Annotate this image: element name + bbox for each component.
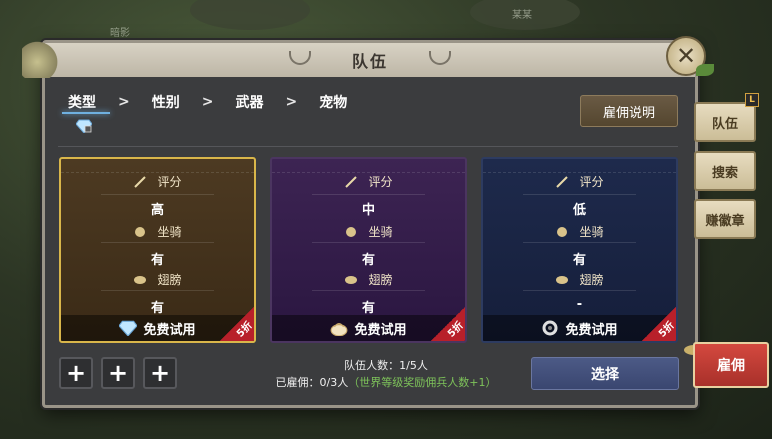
row-label: 坐骑	[157, 225, 182, 239]
hire-info-button[interactable]: 雇佣说明	[580, 95, 678, 127]
breadcrumb-separator: >	[118, 94, 130, 110]
mount-icon	[135, 226, 146, 237]
tab-search[interactable]: 搜索	[694, 151, 756, 191]
card-row-wings: 翅膀	[483, 271, 676, 288]
card-row-mount: 坐骑	[483, 223, 676, 240]
row-label: 翅膀	[157, 273, 182, 287]
row-value: 有	[572, 253, 586, 268]
row-divider	[101, 194, 214, 195]
row-label: 评分	[368, 175, 393, 189]
mercenary-card-purple[interactable]: 评分 中 坐骑 有 翅膀 有 免费试用 5折	[270, 157, 467, 343]
card-row-mount: 坐骑	[272, 223, 465, 240]
free-trial-label: 免费试用	[143, 322, 196, 338]
discount-badge: 5折	[642, 307, 676, 341]
mount-icon	[557, 226, 568, 237]
row-divider	[101, 242, 214, 243]
row-label: 评分	[579, 175, 604, 189]
sword-icon	[556, 175, 569, 188]
mercenary-card-blue[interactable]: 评分 低 坐骑 有 翅膀 - 免费试用 5折	[481, 157, 678, 343]
row-value: 有	[361, 253, 375, 268]
discount-text: 5折	[235, 320, 255, 340]
free-trial-label: 免费试用	[354, 322, 407, 338]
hire-tab-button[interactable]: 雇佣	[693, 342, 769, 388]
sword-icon	[345, 175, 358, 188]
background-rock	[190, 0, 310, 30]
close-leaf-icon	[696, 64, 714, 76]
card-ornament	[272, 159, 465, 173]
row-value: 有	[150, 253, 164, 268]
row-label: 坐骑	[579, 225, 604, 239]
breadcrumb-gender[interactable]: 性别	[152, 92, 180, 112]
breadcrumb: 类型 > 性别 > 武器 > 宠物	[68, 92, 347, 112]
row-divider	[523, 290, 636, 291]
row-label: 评分	[157, 175, 182, 189]
row-label: 坐骑	[368, 225, 393, 239]
card-row-mount: 坐骑	[61, 223, 254, 240]
diamond-icon	[119, 320, 138, 336]
mount-icon	[346, 226, 357, 237]
discount-text: 5折	[446, 320, 466, 340]
row-value: 低	[572, 203, 586, 218]
card-row-rating: 评分	[61, 173, 254, 190]
row-divider	[523, 194, 636, 195]
mercenary-card-gold[interactable]: 评分 高 坐骑 有 翅膀 有 免费试用 5折	[59, 157, 256, 343]
breadcrumb-type[interactable]: 类型	[68, 92, 96, 112]
row-label: 翅膀	[579, 273, 604, 287]
card-row-wings: 翅膀	[61, 271, 254, 288]
row-divider	[101, 290, 214, 291]
ring-icon	[542, 320, 558, 336]
discount-badge: 5折	[220, 307, 254, 341]
card-row-rating: 评分	[272, 173, 465, 190]
free-trial-label: 免费试用	[565, 322, 618, 338]
world-level-bonus: （世界等级奖励佣兵人数+1）	[348, 376, 497, 389]
tab-earn-badge[interactable]: 赚徽章	[694, 199, 756, 239]
tab-team[interactable]: 队伍	[694, 102, 756, 142]
title-bar: 队伍	[45, 43, 695, 77]
breadcrumb-separator: >	[201, 94, 214, 110]
breadcrumb-weapon[interactable]: 武器	[235, 92, 263, 112]
row-divider	[523, 242, 636, 243]
card-ornament	[483, 159, 676, 173]
wings-icon	[134, 275, 147, 284]
bun-icon	[331, 322, 348, 336]
background-label: 暗影	[110, 28, 130, 39]
select-button[interactable]: 选择	[531, 357, 679, 390]
panel-title: 队伍	[351, 52, 388, 71]
row-divider	[312, 290, 425, 291]
corner-leaf-icon	[22, 38, 60, 78]
discount-text: 5折	[657, 320, 677, 340]
divider	[58, 146, 678, 147]
title-ornament-right	[429, 51, 451, 65]
wings-icon	[556, 275, 569, 284]
row-divider	[312, 194, 425, 195]
row-value: 中	[361, 203, 375, 218]
card-ornament	[61, 159, 254, 173]
card-row-rating: 评分	[483, 173, 676, 190]
breadcrumb-separator: >	[285, 94, 298, 110]
row-divider	[312, 242, 425, 243]
title-ornament-left	[289, 51, 311, 65]
sword-icon	[134, 175, 147, 188]
discount-badge: 5折	[431, 307, 465, 341]
breadcrumb-active-underline	[62, 112, 110, 114]
hired-count: 已雇佣：0/3人	[275, 376, 349, 389]
row-value: 高	[150, 203, 164, 218]
card-row-wings: 翅膀	[272, 271, 465, 288]
diamond-lock-icon	[76, 119, 92, 133]
wings-icon	[345, 275, 358, 284]
breadcrumb-pet[interactable]: 宠物	[319, 92, 347, 112]
row-label: 翅膀	[368, 273, 393, 287]
level-badge: L	[745, 93, 759, 107]
background-label: 某某	[512, 10, 532, 21]
